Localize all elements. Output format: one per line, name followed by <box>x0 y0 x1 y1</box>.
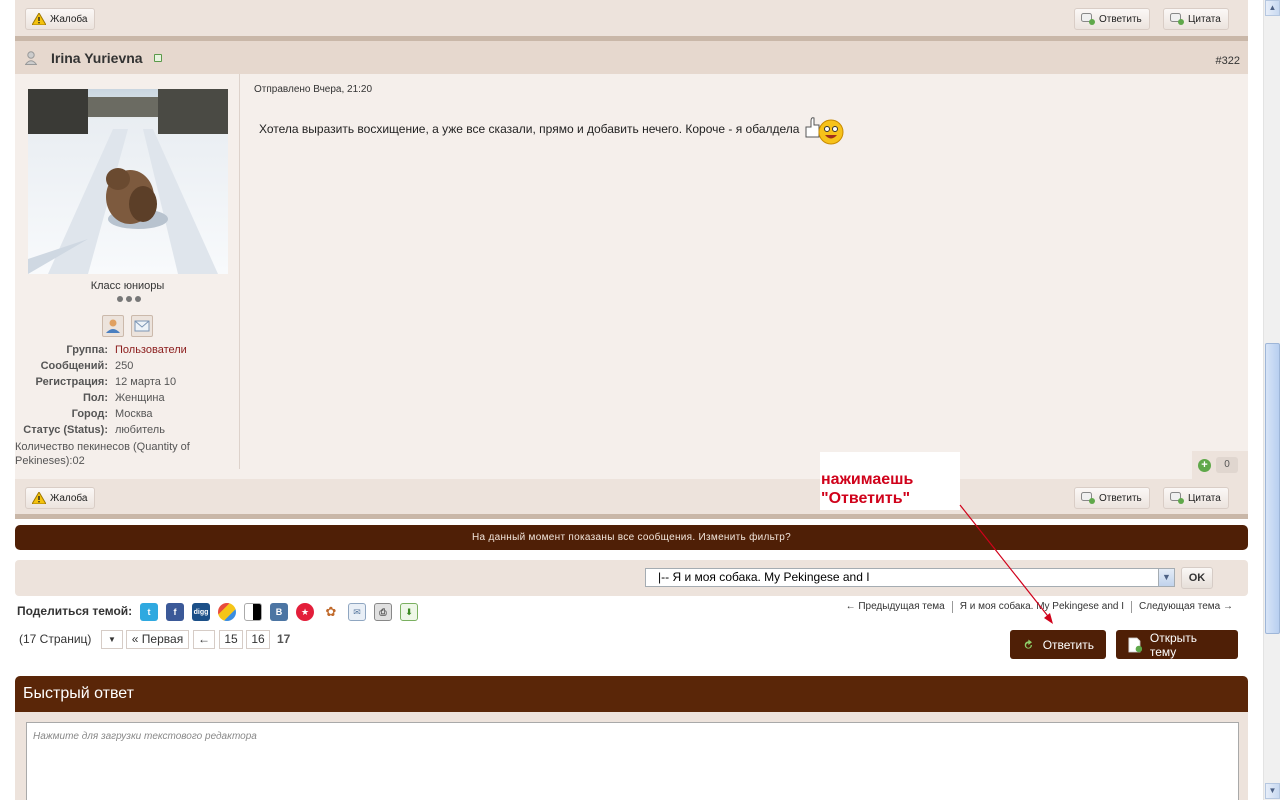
reply-post-button[interactable]: Ответить <box>1074 487 1150 509</box>
thumbs-up-smiley-icon <box>805 117 844 145</box>
info-value: 250 <box>115 360 134 372</box>
share-icons: t f digg B ★ ✿ ✉ ⎙ ⬇ <box>140 603 418 621</box>
current-page: 17 <box>277 632 291 646</box>
annotation-callout: нажимаешь "Ответить" <box>820 452 960 510</box>
info-key: Группа: <box>66 344 108 356</box>
info-value: 12 марта 10 <box>115 376 177 388</box>
delicious-icon[interactable] <box>244 603 262 621</box>
info-value[interactable]: Пользователи <box>115 344 187 356</box>
favorite-icon[interactable]: ★ <box>296 603 314 621</box>
warning-icon <box>32 492 46 504</box>
post-date: Отправлено Вчера, 21:20 <box>254 84 373 95</box>
rank-pips <box>117 296 141 302</box>
post-author[interactable]: Irina Yurievna <box>51 50 143 66</box>
scroll-up-icon[interactable]: ▲ <box>1265 0 1280 16</box>
quick-reply-header: Быстрый ответ <box>15 676 1248 712</box>
info-value: Москва <box>115 408 153 420</box>
post-content: Отправлено Вчера, 21:20 Хотела выразить … <box>254 84 844 145</box>
rep-count: 0 <box>1216 457 1238 473</box>
prev-topic-link[interactable]: ← Предыдущая тема <box>839 601 952 613</box>
report-button[interactable]: Жалоба <box>25 487 96 509</box>
reply-post-label: Ответить <box>1099 492 1142 504</box>
post-message-text: Хотела выразить восхищение, а уже все ск… <box>259 122 800 137</box>
info-value: любитель <box>115 424 165 436</box>
user-rank: Класс юниоры <box>90 280 165 292</box>
page-count: (17 Страниц) <box>19 632 92 646</box>
forum-jump-select[interactable]: |-- Я и моя собака. My Pekingese and I ▼ <box>645 568 1175 587</box>
jump-ok-button[interactable]: OK <box>1181 567 1213 589</box>
info-key: Регистрация: <box>35 376 108 388</box>
new-topic-button[interactable]: Открыть тему <box>1116 630 1238 659</box>
info-key: Город: <box>71 408 108 420</box>
page-16-button[interactable]: 16 <box>246 630 270 649</box>
reply-post-button[interactable]: Ответить <box>1074 8 1150 30</box>
forum-jump-value: |-- Я и моя собака. My Pekingese and I <box>658 570 870 584</box>
info-value: Женщина <box>115 392 165 404</box>
moimir-icon[interactable]: ✿ <box>322 603 340 621</box>
first-page-button[interactable]: « Первая <box>126 630 189 649</box>
author-sidebar: Класс юниоры Группа: Пользователи Сообще… <box>15 74 240 469</box>
post-header: Irina Yurievna #322 <box>15 41 1248 74</box>
report-button[interactable]: Жалоба <box>25 8 96 30</box>
profile-card-icon <box>106 319 120 333</box>
reply-icon <box>1081 13 1095 25</box>
quote-icon <box>1170 492 1184 504</box>
annotation-line-2: "Ответить" <box>821 490 911 507</box>
warning-icon <box>32 13 46 25</box>
avatar[interactable] <box>28 89 228 274</box>
chevron-down-icon[interactable]: ▼ <box>1158 569 1174 586</box>
new-topic-label: Открыть тему <box>1149 630 1197 659</box>
reply-topic-label: Ответить <box>1042 637 1094 652</box>
info-key: Сообщений: <box>40 360 108 372</box>
report-label: Жалоба <box>50 13 88 25</box>
custom-field: Количество пекинесов (Quantity of Pekine… <box>15 441 190 467</box>
quote-label: Цитата <box>1188 492 1221 504</box>
quote-button[interactable]: Цитата <box>1163 487 1229 509</box>
report-label: Жалоба <box>50 492 88 504</box>
post-message: Хотела выразить восхищение, а уже все ск… <box>259 115 845 145</box>
scroll-thumb[interactable] <box>1265 343 1280 634</box>
rep-plus-icon[interactable]: + <box>1198 459 1211 472</box>
quote-label: Цитата <box>1188 13 1221 25</box>
user-icon <box>25 51 37 65</box>
twitter-icon[interactable]: t <box>140 603 158 621</box>
reputation: + 0 <box>1192 451 1248 479</box>
vkontakte-icon[interactable]: B <box>270 603 288 621</box>
reply-topic-button[interactable]: Ответить <box>1010 630 1106 659</box>
quick-reply-editor[interactable]: Нажмите для загрузки текстового редактор… <box>26 722 1239 800</box>
reply-post-label: Ответить <box>1099 13 1142 25</box>
email-icon[interactable]: ✉ <box>348 603 366 621</box>
post-body: Класс юниоры Группа: Пользователи Сообще… <box>15 74 1248 479</box>
download-icon[interactable]: ⬇ <box>400 603 418 621</box>
print-icon[interactable]: ⎙ <box>374 603 392 621</box>
post-actions-top: Жалоба Ответить Цитата <box>15 0 1248 36</box>
reply-arrow-icon <box>1024 639 1032 649</box>
quote-button[interactable]: Цитата <box>1163 8 1229 30</box>
online-status-icon <box>154 54 162 62</box>
digg-icon[interactable]: digg <box>192 603 210 621</box>
facebook-icon[interactable]: f <box>166 603 184 621</box>
quote-icon <box>1170 13 1184 25</box>
envelope-icon <box>134 320 150 332</box>
new-document-icon <box>1128 637 1142 652</box>
profile-card-button[interactable] <box>102 315 124 337</box>
page-15-button[interactable]: 15 <box>219 630 243 649</box>
reply-icon <box>1081 492 1095 504</box>
info-key: Пол: <box>82 392 108 404</box>
vertical-scrollbar[interactable]: ▲ ▼ <box>1263 0 1280 800</box>
avatar-photo <box>28 89 228 274</box>
info-key: Статус (Status): <box>23 424 108 436</box>
annotation-arrow <box>959 504 1053 624</box>
private-message-button[interactable] <box>131 315 153 337</box>
topic-page: Жалоба Ответить Цитата Irina Yurievna #3… <box>15 0 1248 800</box>
scroll-down-icon[interactable]: ▼ <box>1265 783 1280 799</box>
quick-reply-body: Нажмите для загрузки текстового редактор… <box>15 712 1248 800</box>
next-topic-link[interactable]: Следующая тема → <box>1131 601 1240 613</box>
post-number[interactable]: #322 <box>1216 55 1240 67</box>
page-jump-button[interactable]: ▼ <box>101 630 123 649</box>
prev-page-button[interactable]: ← <box>193 630 215 649</box>
buzz-icon[interactable] <box>218 603 236 621</box>
share-label: Поделиться темой: <box>17 604 133 618</box>
annotation-line-1: нажимаешь <box>821 471 914 488</box>
